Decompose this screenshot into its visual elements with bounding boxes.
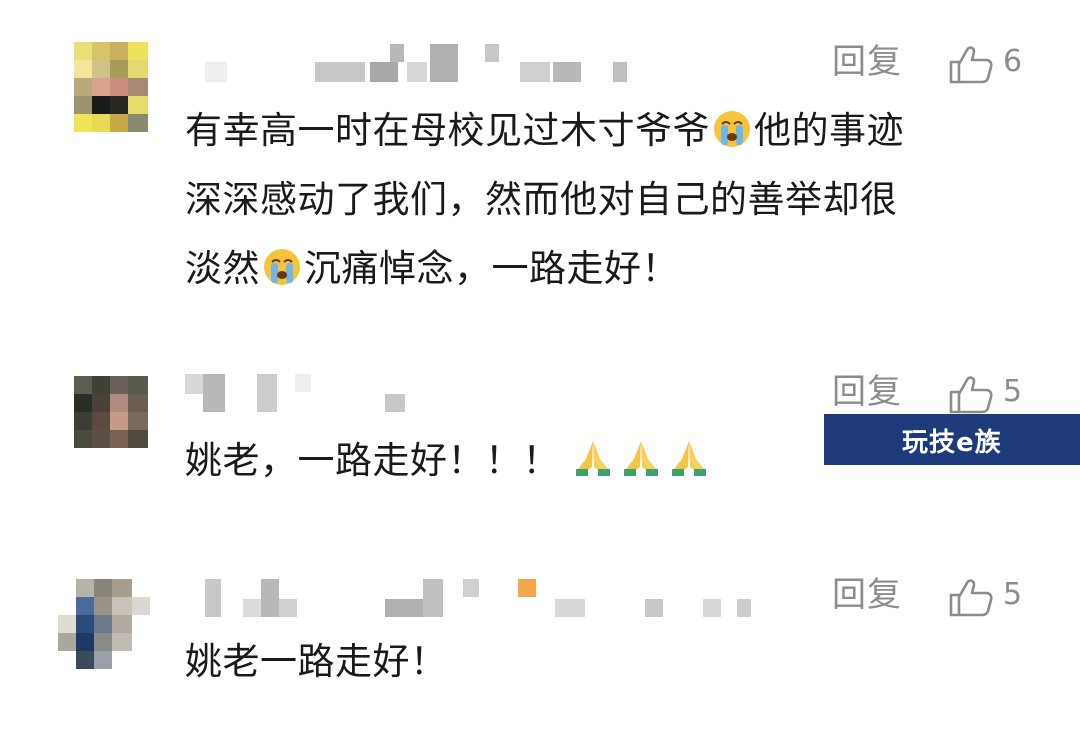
comment-item: 回复 5 姚老一路走好！ xyxy=(0,565,1080,715)
watermark-text: 玩技e族 xyxy=(902,428,1002,458)
crying-face-emoji xyxy=(264,249,300,285)
reply-button[interactable]: 回复 xyxy=(832,575,902,615)
folded-hands-emoji xyxy=(576,441,611,476)
like-button[interactable]: 6 xyxy=(948,42,1038,84)
like-count: 5 xyxy=(1003,374,1023,409)
watermark: 玩技e族 xyxy=(824,414,1080,465)
folded-hands-emoji xyxy=(672,441,707,476)
like-button[interactable]: 5 xyxy=(948,575,1038,617)
thumbs-up-icon xyxy=(949,579,993,617)
folded-hands-emoji xyxy=(624,441,659,476)
thumbs-up-icon xyxy=(949,46,993,84)
like-button[interactable]: 5 xyxy=(948,372,1038,414)
comment-text: 有幸高一时在母校见过木寸爷爷 他的事迹 深深感动了我们，然而他对自己的善举却很 淡… xyxy=(185,109,904,290)
thumbs-up-icon xyxy=(949,376,993,414)
avatar[interactable] xyxy=(58,579,150,671)
comment-item: 回复 6 有幸高一时在母校见过木寸爷爷 他的事迹 深深感动了我们，然而他对自己的善… xyxy=(0,0,1080,340)
username-blurred[interactable] xyxy=(185,44,645,84)
crying-face-emoji xyxy=(714,111,750,147)
avatar[interactable] xyxy=(74,376,148,448)
comment-text: 姚老一路走好！ xyxy=(185,640,448,683)
reply-button[interactable]: 回复 xyxy=(832,42,902,82)
like-count: 6 xyxy=(1003,44,1023,79)
like-count: 5 xyxy=(1003,577,1023,612)
username-blurred[interactable] xyxy=(185,579,755,619)
username-blurred[interactable] xyxy=(185,374,485,414)
avatar[interactable] xyxy=(74,42,148,132)
reply-button[interactable]: 回复 xyxy=(832,372,902,412)
